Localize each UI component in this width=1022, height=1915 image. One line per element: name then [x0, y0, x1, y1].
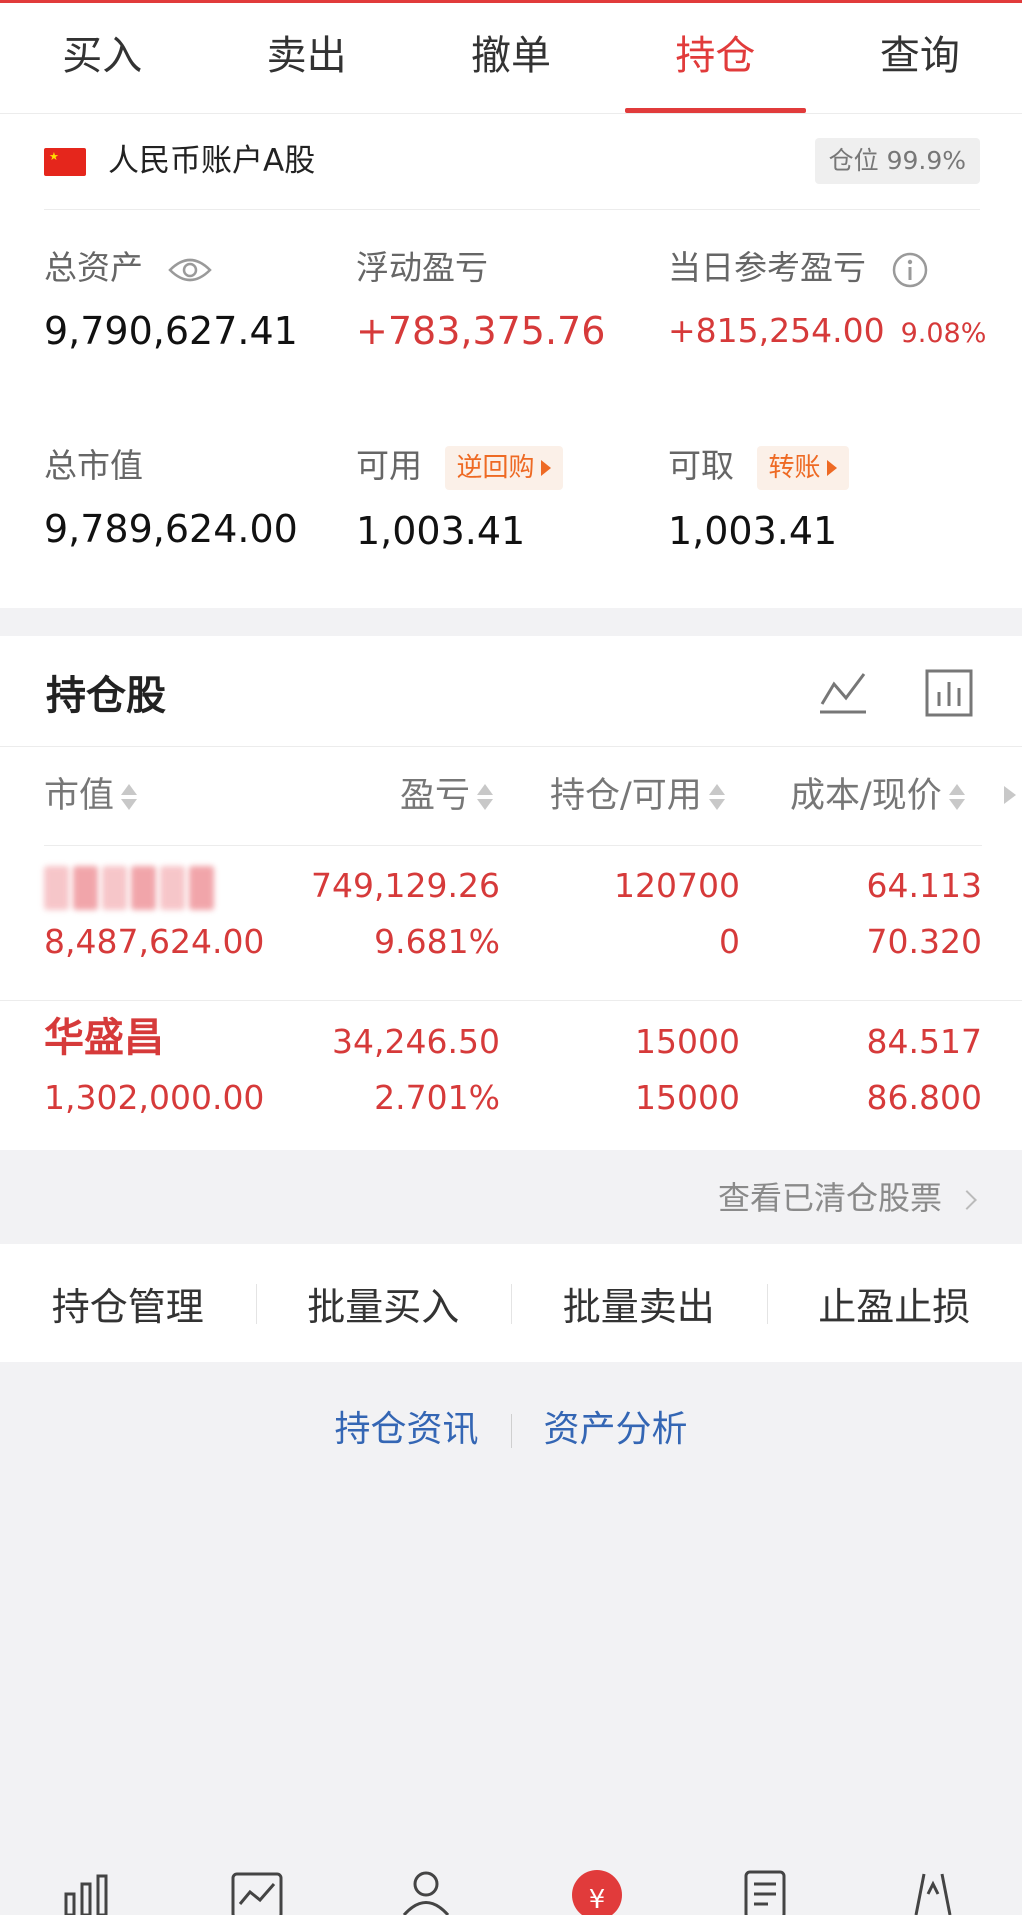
row-market-value: 1,302,000.00	[44, 1078, 265, 1117]
holdings-news-link[interactable]: 持仓资讯	[302, 1400, 510, 1452]
asset-analysis-link[interactable]: 资产分析	[512, 1400, 720, 1452]
row-available: 15000	[635, 1078, 740, 1117]
user-icon[interactable]	[398, 1868, 454, 1915]
sort-icon	[948, 782, 966, 812]
market-trend-icon[interactable]	[230, 1868, 284, 1915]
market-value: 总市值 9,789,624.00	[44, 444, 298, 554]
sort-icon	[708, 782, 726, 812]
sort-icon	[476, 782, 494, 812]
row-market-value: 8,487,624.00	[44, 922, 265, 961]
tab-buy[interactable]: 买入	[0, 3, 204, 113]
daily-pl: 当日参考盈亏 +815,254.00 9.08%	[668, 246, 986, 359]
account-header: ★ 人民币账户A股 仓位 99.9%	[44, 114, 980, 210]
trade-yuan-icon[interactable]: ¥	[570, 1868, 624, 1915]
withdrawable-funds: 可取 转账 1,003.41	[668, 444, 849, 556]
floating-pl: 浮动盈亏 +783,375.76	[356, 246, 605, 356]
available-value: 1,003.41	[356, 508, 526, 553]
batch-sell-button[interactable]: 批量卖出	[511, 1276, 767, 1331]
account-name: 人民币账户A股	[108, 143, 316, 179]
position-ratio-badge: 仓位 99.9%	[814, 138, 980, 184]
row-position: 15000	[635, 1022, 740, 1061]
view-cleared-stocks-link[interactable]: 查看已清仓股票	[718, 1176, 977, 1220]
tab-holdings[interactable]: 持仓	[613, 3, 817, 113]
bottom-navigation: ¥	[0, 1868, 1022, 1915]
row-cost: 84.517	[866, 1022, 982, 1061]
account-summary: ★ 人民币账户A股 仓位 99.9% 总资产 9,790,627.41 浮动盈亏…	[0, 114, 1022, 608]
total-assets-label: 总资产	[44, 248, 143, 287]
total-assets-value: 9,790,627.41	[44, 309, 298, 353]
bar-chart-icon[interactable]	[924, 668, 974, 718]
sort-icon	[120, 782, 138, 812]
transfer-button[interactable]: 转账	[756, 445, 849, 490]
daily-pl-value: +815,254.00	[668, 311, 885, 350]
total-assets: 总资产 9,790,627.41	[44, 246, 298, 356]
take-profit-stop-loss-button[interactable]: 止盈止损	[766, 1276, 1022, 1331]
footer-links: 持仓资讯 资产分析	[0, 1400, 1022, 1452]
eye-icon[interactable]	[167, 256, 212, 284]
table-row[interactable]: 8,487,624.00 749,129.26 9.681% 120700 0 …	[0, 846, 1022, 996]
document-icon[interactable]	[742, 1868, 790, 1915]
withdrawable-label: 可取	[668, 446, 734, 485]
china-flag-icon: ★	[44, 148, 86, 176]
tab-sell[interactable]: 卖出	[204, 3, 408, 113]
row-price: 70.320	[866, 922, 982, 961]
market-value-value: 9,789,624.00	[44, 507, 298, 551]
more-icon[interactable]	[906, 1868, 960, 1915]
row-cost: 64.113	[866, 866, 982, 905]
holdings-management-button[interactable]: 持仓管理	[0, 1276, 256, 1331]
col-position-available[interactable]: 持仓/可用	[550, 746, 726, 846]
row-stock-name: 华盛昌	[44, 1015, 164, 1061]
col-cost-price[interactable]: 成本/现价	[790, 746, 966, 846]
svg-text:¥: ¥	[589, 1885, 606, 1915]
col-market-value[interactable]: 市值	[44, 746, 138, 846]
daily-pl-label: 当日参考盈亏	[668, 248, 866, 287]
table-row[interactable]: 华盛昌 1,302,000.00 34,246.50 2.701% 15000 …	[0, 1000, 1022, 1150]
scroll-right-arrow-icon[interactable]	[1004, 786, 1016, 804]
play-triangle-icon	[540, 460, 551, 476]
holdings-action-bar: 持仓管理 批量买入 批量卖出 止盈止损	[0, 1244, 1022, 1362]
col-profit-loss[interactable]: 盈亏	[400, 746, 494, 846]
floating-pl-label: 浮动盈亏	[356, 248, 488, 287]
available-funds: 可用 逆回购 1,003.41	[356, 444, 563, 556]
row-available: 0	[719, 922, 740, 961]
batch-buy-button[interactable]: 批量买入	[255, 1276, 512, 1331]
floating-pl-value: +783,375.76	[356, 309, 606, 353]
holdings-title: 持仓股	[46, 673, 166, 719]
row-position: 120700	[614, 866, 740, 905]
holdings-panel: 持仓股 市值 盈亏 持仓/可用 成本/现价 8,487,624.00 749,1…	[0, 636, 1022, 1150]
candlestick-icon[interactable]	[62, 1868, 112, 1915]
play-triangle-icon	[826, 460, 837, 476]
daily-pl-pct: 9.08%	[900, 318, 987, 349]
reverse-repo-button[interactable]: 逆回购	[444, 445, 563, 490]
tab-query[interactable]: 查询	[818, 3, 1022, 113]
row-pl-pct: 9.681%	[374, 922, 500, 961]
available-label: 可用	[356, 446, 422, 485]
blurred-stock-name	[44, 866, 214, 910]
market-value-label: 总市值	[44, 446, 143, 485]
holdings-column-header: 市值 盈亏 持仓/可用 成本/现价	[44, 746, 982, 846]
row-pl-pct: 2.701%	[374, 1078, 500, 1117]
trade-tabs: 买入 卖出 撤单 持仓 查询	[0, 3, 1022, 114]
row-pl: 34,246.50	[332, 1022, 500, 1061]
row-price: 86.800	[866, 1078, 982, 1117]
chevron-right-icon	[957, 1190, 977, 1210]
tab-cancel-order[interactable]: 撤单	[409, 3, 613, 113]
line-chart-icon[interactable]	[818, 668, 868, 718]
row-pl: 749,129.26	[311, 866, 500, 905]
info-icon[interactable]	[891, 251, 929, 289]
withdrawable-value: 1,003.41	[668, 508, 838, 553]
